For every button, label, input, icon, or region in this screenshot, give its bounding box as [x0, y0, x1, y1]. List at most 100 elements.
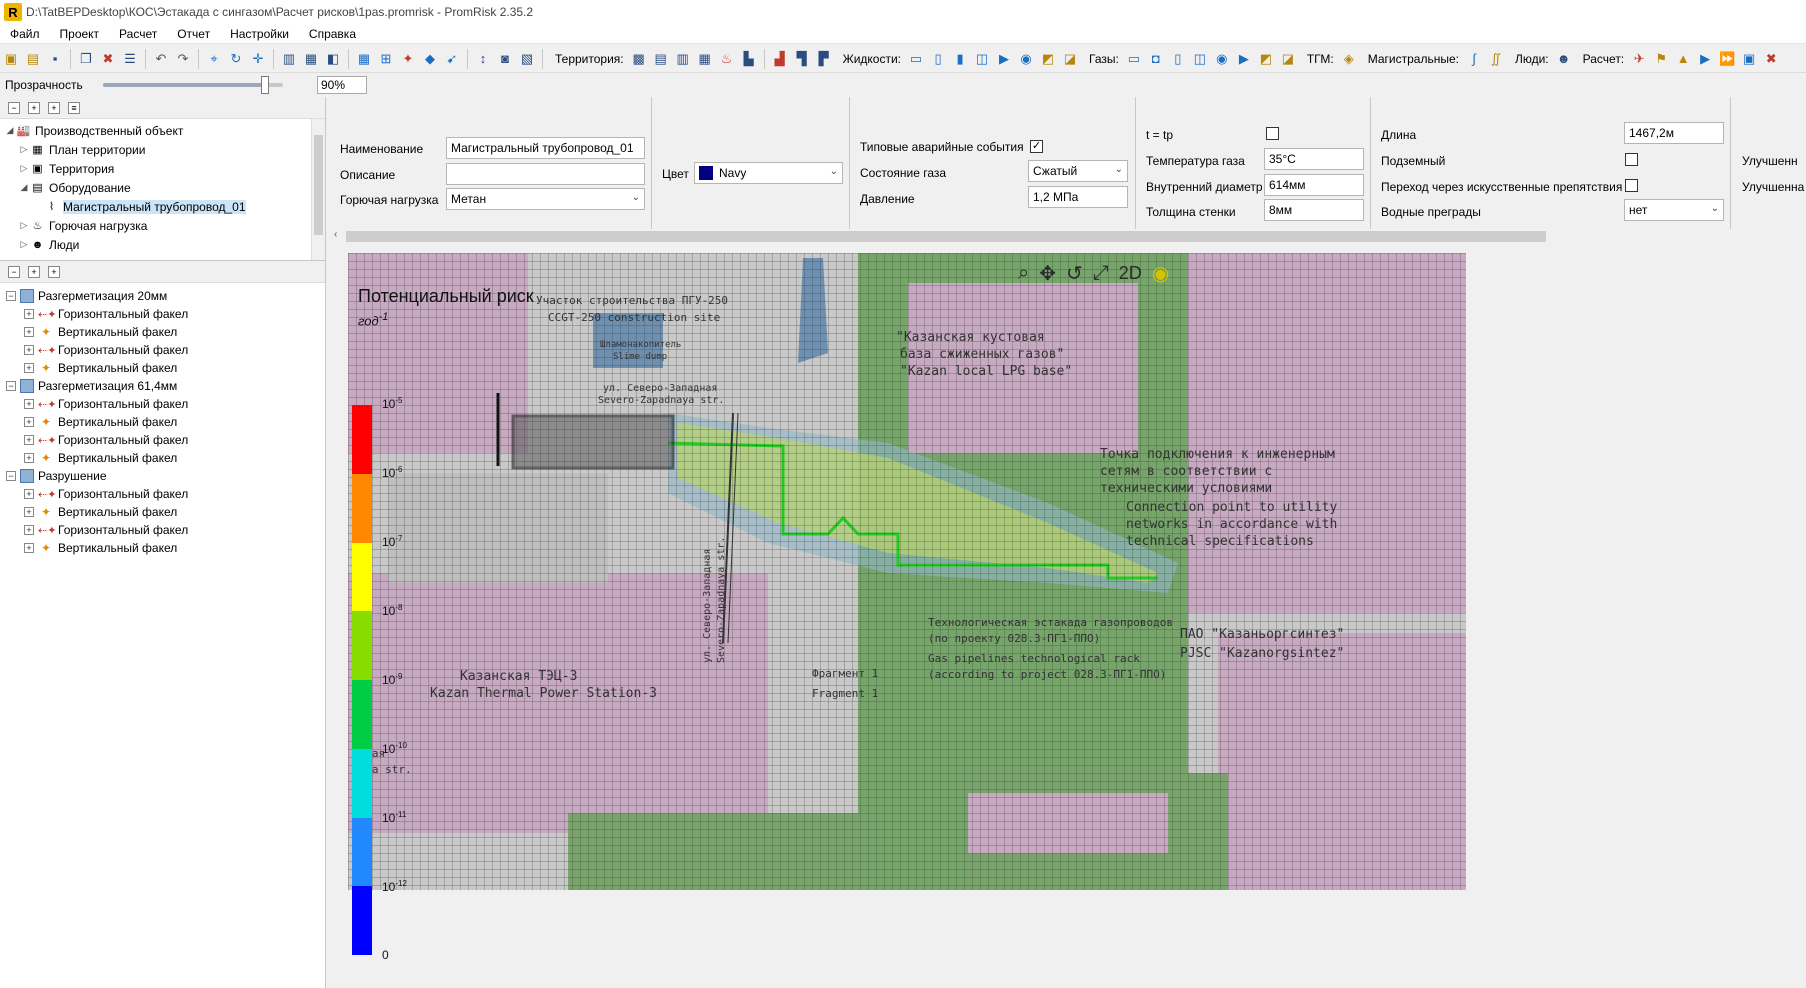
building-icon[interactable]: ▙	[739, 49, 759, 69]
grid-icon[interactable]: ▦	[354, 49, 374, 69]
crossing-checkbox[interactable]	[1625, 179, 1638, 192]
expand-icon[interactable]: +	[24, 399, 34, 409]
collapse-all-icon[interactable]: −	[8, 265, 20, 278]
scenario-group[interactable]: − Разгерметизация 61,4мм	[0, 377, 325, 395]
scenario-group[interactable]: − Разгерметизация 20мм	[0, 287, 325, 305]
wall-input[interactable]: 8мм	[1264, 199, 1364, 221]
expand-icon[interactable]: +	[24, 345, 34, 355]
typical-events-checkbox[interactable]: ✓	[1030, 140, 1043, 153]
menu-list-icon[interactable]: ≡	[68, 101, 80, 114]
expand-icon[interactable]: +	[24, 363, 34, 373]
ttp-checkbox[interactable]	[1266, 127, 1279, 140]
add-icon[interactable]: +	[48, 265, 60, 278]
layer-3-icon[interactable]: ◧	[323, 49, 343, 69]
scenario-item[interactable]: + ✦ Вертикальный факел	[0, 449, 325, 467]
territory-tool-3-icon[interactable]: ▥	[673, 49, 693, 69]
scenario-item[interactable]: + ⇠✦ Горизонтальный факел	[0, 305, 325, 323]
scenario-group[interactable]: − Разрушение	[0, 467, 325, 485]
expand-icon[interactable]: +	[24, 309, 34, 319]
gas-tool-3-icon[interactable]: ▯	[1168, 49, 1188, 69]
scenario-item[interactable]: + ⇠✦ Горизонтальный факел	[0, 395, 325, 413]
equipment-1-icon[interactable]: ▟	[770, 49, 790, 69]
pressure-input[interactable]: 1,2 МПа	[1028, 186, 1128, 208]
menu-project[interactable]: Проект	[50, 27, 110, 41]
close-calc-icon[interactable]: ✖	[1761, 49, 1781, 69]
equipment-2-icon[interactable]: ▜	[792, 49, 812, 69]
menu-report[interactable]: Отчет	[167, 27, 220, 41]
expand-icon[interactable]: +	[24, 327, 34, 337]
rotate-icon[interactable]: ↻	[226, 49, 246, 69]
tree-item-equipment[interactable]: ◢ ▤ Оборудование	[0, 178, 325, 197]
main-pipeline-2-icon[interactable]: ∬	[1486, 49, 1506, 69]
gas-tool-8-icon[interactable]: ◪	[1278, 49, 1298, 69]
layer-icon[interactable]: ▥	[279, 49, 299, 69]
snap-icon[interactable]: ◆	[420, 49, 440, 69]
fire-icon[interactable]: ♨	[717, 49, 737, 69]
expand-icon[interactable]: +	[24, 525, 34, 535]
description-input[interactable]	[446, 163, 645, 185]
expand-all-icon[interactable]: +	[28, 265, 40, 278]
diameter-input[interactable]: 614мм	[1264, 174, 1364, 196]
liquid-tool-2-icon[interactable]: ▯	[928, 49, 948, 69]
calc-tool-2-icon[interactable]: ⚑	[1651, 49, 1671, 69]
scenario-item[interactable]: + ✦ Вертикальный факел	[0, 413, 325, 431]
territory-tool-4-icon[interactable]: ▦	[695, 49, 715, 69]
liquid-tool-3-icon[interactable]: ▮	[950, 49, 970, 69]
scroll-thumb[interactable]	[314, 135, 323, 235]
search-icon[interactable]: ⌕	[1018, 262, 1029, 285]
tgm-tool-icon[interactable]: ◈	[1339, 49, 1359, 69]
liquid-tool-1-icon[interactable]: ▭	[906, 49, 926, 69]
point-icon[interactable]: ✦	[398, 49, 418, 69]
people-tool-icon[interactable]: ☻	[1554, 49, 1574, 69]
fit-icon[interactable]: ⤢	[1093, 262, 1109, 285]
menu-help[interactable]: Справка	[299, 27, 366, 41]
collapse-icon[interactable]: −	[6, 291, 16, 301]
undo-icon[interactable]: ↶	[151, 49, 171, 69]
run-icon[interactable]: ▶	[1695, 49, 1715, 69]
scroll-thumb[interactable]	[346, 231, 1546, 242]
save-icon[interactable]: ▪	[45, 49, 65, 69]
redo-icon[interactable]: ↷	[173, 49, 193, 69]
tree-item-plan[interactable]: ▷ ▦ План территории	[0, 140, 325, 159]
territory-tool-1-icon[interactable]: ▩	[629, 49, 649, 69]
gas-tool-1-icon[interactable]: ▭	[1124, 49, 1144, 69]
gas-tool-7-icon[interactable]: ◩	[1256, 49, 1276, 69]
gas-tool-4-icon[interactable]: ◫	[1190, 49, 1210, 69]
gas-tool-2-icon[interactable]: ◘	[1146, 49, 1166, 69]
tree-scrollbar[interactable]	[311, 119, 325, 260]
tree-item-pipeline[interactable]: ⌇ Магистральный трубопровод_01	[0, 197, 325, 216]
expand-icon[interactable]: +	[24, 489, 34, 499]
copy-icon[interactable]: ❐	[76, 49, 96, 69]
length-input[interactable]: 1467,2м	[1624, 122, 1724, 144]
scroll-left-icon[interactable]: ‹	[334, 229, 337, 240]
grid-2-icon[interactable]: ⊞	[376, 49, 396, 69]
run-all-icon[interactable]: ⏩	[1717, 49, 1737, 69]
menu-calc[interactable]: Расчет	[109, 27, 167, 41]
scenario-item[interactable]: + ⇠✦ Горизонтальный факел	[0, 521, 325, 539]
expand-icon[interactable]: +	[24, 435, 34, 445]
scenario-item[interactable]: + ✦ Вертикальный факел	[0, 503, 325, 521]
scenario-item[interactable]: + ✦ Вертикальный факел	[0, 323, 325, 341]
expand-all-icon[interactable]: +	[28, 101, 40, 114]
properties-hscrollbar[interactable]: ‹	[330, 229, 1806, 244]
collapsed-arrow-icon[interactable]: ▷	[18, 239, 30, 250]
select-icon[interactable]: ⌖	[204, 49, 224, 69]
menu-settings[interactable]: Настройки	[220, 27, 299, 41]
gas-temp-input[interactable]: 35°C	[1264, 148, 1364, 170]
calc-tool-3-icon[interactable]: ▲	[1673, 49, 1693, 69]
collapse-icon[interactable]: −	[6, 471, 16, 481]
new-project-icon[interactable]: ▣	[1, 49, 21, 69]
gas-tool-6-icon[interactable]: ▶	[1234, 49, 1254, 69]
expand-icon[interactable]: +	[24, 507, 34, 517]
name-input[interactable]: Магистральный трубопровод_01	[446, 137, 645, 159]
water-select[interactable]: нет ⌄	[1624, 199, 1724, 221]
equipment-3-icon[interactable]: ▛	[814, 49, 834, 69]
gas-state-select[interactable]: Сжатый ⌄	[1028, 160, 1128, 182]
scenario-item[interactable]: + ✦ Вертикальный факел	[0, 539, 325, 557]
liquid-tool-7-icon[interactable]: ◩	[1038, 49, 1058, 69]
risk-map[interactable]: ⌕ ✥ ↺ ⤢ 2D ◉ Потенциальный риск год-1 Уч…	[348, 253, 1466, 890]
report-icon[interactable]: ▣	[1739, 49, 1759, 69]
expand-icon[interactable]: +	[24, 417, 34, 427]
transparency-slider[interactable]	[103, 76, 283, 94]
scenario-item[interactable]: + ⇠✦ Горизонтальный факел	[0, 341, 325, 359]
